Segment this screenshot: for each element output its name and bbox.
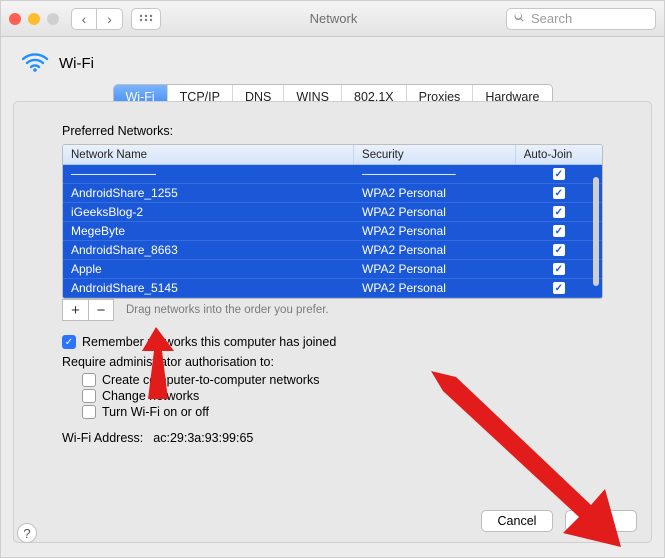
minus-icon: − — [97, 302, 106, 319]
col-header-network-name[interactable]: Network Name — [63, 145, 354, 164]
chevron-right-icon: › — [107, 11, 112, 27]
remove-network-button[interactable]: − — [88, 299, 114, 321]
plus-icon: + — [71, 302, 80, 319]
col-header-auto-join[interactable]: Auto-Join — [516, 145, 602, 164]
remember-networks-checkbox[interactable]: ✓ — [62, 335, 76, 349]
traffic-lights — [9, 13, 59, 25]
col-header-security[interactable]: Security — [354, 145, 516, 164]
close-window-button[interactable] — [9, 13, 21, 25]
auto-join-checkbox[interactable]: ✓ — [553, 282, 565, 294]
search-icon — [513, 11, 525, 26]
show-all-button[interactable] — [131, 8, 161, 30]
auto-join-cell: ✓ — [516, 206, 602, 218]
table-row[interactable]: ───────────────────── ✓ — [63, 165, 602, 184]
auto-join-checkbox[interactable]: ✓ — [553, 168, 565, 180]
wifi-address-value: ac:29:3a:93:99:65 — [153, 431, 253, 445]
preferred-networks-table[interactable]: Network Name Security Auto-Join ────────… — [62, 144, 603, 299]
dialog-footer: Cancel OK — [481, 510, 637, 532]
nav-back-forward: ‹ › — [71, 8, 123, 30]
auth-opt-checkbox[interactable] — [82, 389, 96, 403]
network-name-cell: Apple — [63, 262, 354, 276]
minimize-window-button[interactable] — [28, 13, 40, 25]
pane-header: Wi-Fi — [1, 37, 664, 86]
table-row[interactable]: MegeByteWPA2 Personal ✓ — [63, 222, 602, 241]
window-title: Network — [169, 11, 498, 26]
pane-title: Wi-Fi — [59, 55, 94, 72]
add-network-button[interactable]: + — [62, 299, 88, 321]
preferred-networks-label: Preferred Networks: — [62, 124, 603, 138]
wifi-address-label: Wi-Fi Address: — [62, 431, 143, 445]
search-input[interactable] — [506, 8, 656, 30]
network-name-cell: AndroidShare_5145 — [63, 281, 354, 295]
table-header: Network Name Security Auto-Join — [63, 145, 602, 165]
cancel-button[interactable]: Cancel — [481, 510, 553, 532]
auth-opt-checkbox[interactable] — [82, 373, 96, 387]
network-name-cell: iGeeksBlog-2 — [63, 205, 354, 219]
chevron-left-icon: ‹ — [82, 11, 87, 27]
nav-forward-button[interactable]: › — [97, 8, 123, 30]
nav-back-button[interactable]: ‹ — [71, 8, 97, 30]
search-field[interactable] — [529, 10, 649, 27]
auth-opt-label: Create computer-to-computer networks — [102, 373, 319, 387]
help-button[interactable]: ? — [17, 523, 37, 543]
security-cell: WPA2 Personal — [354, 186, 516, 200]
wifi-icon — [21, 51, 49, 76]
table-row[interactable]: AndroidShare_5145WPA2 Personal ✓ — [63, 279, 602, 298]
network-preferences-window: ‹ › Network Wi-Fi Wi-FiTCP/IPDNSWINS802.… — [0, 0, 665, 558]
table-row[interactable]: AndroidShare_1255WPA2 Personal ✓ — [63, 184, 602, 203]
auto-join-cell: ✓ — [516, 225, 602, 237]
auto-join-checkbox[interactable]: ✓ — [553, 263, 565, 275]
auto-join-checkbox[interactable]: ✓ — [553, 187, 565, 199]
security-cell: ─────────── — [354, 167, 516, 181]
auth-opt-checkbox[interactable] — [82, 405, 96, 419]
network-name-cell: AndroidShare_1255 — [63, 186, 354, 200]
drag-hint: Drag networks into the order you prefer. — [126, 304, 329, 316]
scrollbar[interactable] — [593, 177, 599, 286]
auto-join-checkbox[interactable]: ✓ — [553, 206, 565, 218]
security-cell: WPA2 Personal — [354, 262, 516, 276]
wifi-advanced-panel: Preferred Networks: Network Name Securit… — [13, 101, 652, 543]
table-row[interactable]: AndroidShare_8663WPA2 Personal ✓ — [63, 241, 602, 260]
auth-opt-label: Change networks — [102, 389, 199, 403]
add-remove-bar: + − Drag networks into the order you pre… — [62, 299, 603, 321]
grid-icon — [139, 11, 153, 27]
auto-join-cell: ✓ — [516, 187, 602, 199]
window-titlebar: ‹ › Network — [1, 1, 664, 37]
help-icon: ? — [23, 526, 30, 541]
auto-join-cell: ✓ — [516, 282, 602, 294]
table-row[interactable]: iGeeksBlog-2WPA2 Personal ✓ — [63, 203, 602, 222]
auto-join-checkbox[interactable]: ✓ — [553, 244, 565, 256]
auto-join-cell: ✓ — [516, 168, 602, 180]
table-row[interactable]: AppleWPA2 Personal ✓ — [63, 260, 602, 279]
fullscreen-window-button[interactable] — [47, 13, 59, 25]
network-name-cell: ────────── — [63, 167, 354, 181]
security-cell: WPA2 Personal — [354, 224, 516, 238]
options-group: ✓ Remember networks this computer has jo… — [62, 335, 603, 445]
auto-join-cell: ✓ — [516, 244, 602, 256]
auth-label: Require administrator authorisation to: — [62, 355, 274, 369]
security-cell: WPA2 Personal — [354, 205, 516, 219]
remember-networks-label: Remember networks this computer has join… — [82, 335, 336, 349]
network-name-cell: MegeByte — [63, 224, 354, 238]
auth-opt-label: Turn Wi-Fi on or off — [102, 405, 209, 419]
auto-join-cell: ✓ — [516, 263, 602, 275]
security-cell: WPA2 Personal — [354, 243, 516, 257]
auto-join-checkbox[interactable]: ✓ — [553, 225, 565, 237]
network-name-cell: AndroidShare_8663 — [63, 243, 354, 257]
security-cell: WPA2 Personal — [354, 281, 516, 295]
ok-button[interactable]: OK — [565, 510, 637, 532]
